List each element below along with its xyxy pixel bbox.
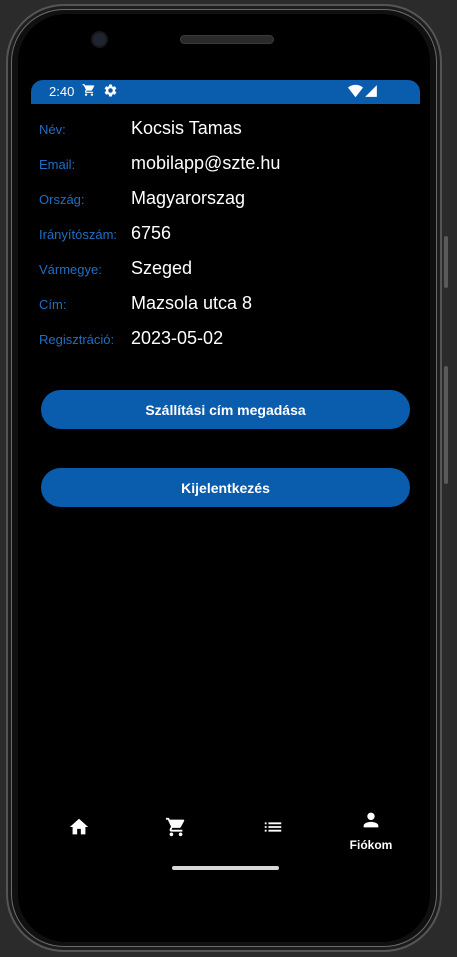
home-icon bbox=[68, 816, 90, 843]
profile-info-list: Név: Kocsis Tamas Email: mobilapp@szte.h… bbox=[39, 116, 409, 361]
name-label: Név: bbox=[39, 122, 66, 137]
wifi-icon bbox=[348, 84, 363, 103]
cellular-signal-icon bbox=[364, 84, 378, 103]
nav-item-account[interactable]: Fiókom bbox=[341, 805, 401, 855]
status-time: 2:40 bbox=[49, 84, 75, 99]
profile-row-name: Név: Kocsis Tamas bbox=[39, 116, 409, 151]
county-value: Szeged bbox=[131, 258, 193, 278]
nav-item-orders[interactable] bbox=[243, 805, 303, 855]
profile-row-registration: Regisztráció: 2023-05-02 bbox=[39, 326, 409, 361]
profile-row-county: Vármegye: Szeged bbox=[39, 256, 409, 291]
name-value: Kocsis Tamas bbox=[131, 118, 242, 138]
shipping-address-button[interactable]: Szállítási cím megadása bbox=[41, 390, 410, 429]
profile-row-postal-code: Irányítószám: 6756 bbox=[39, 221, 409, 256]
cart-notification-icon bbox=[82, 83, 96, 102]
settings-notification-icon bbox=[103, 83, 118, 103]
postal-code-label: Irányítószám: bbox=[39, 227, 118, 242]
list-icon bbox=[262, 816, 284, 843]
profile-row-email: Email: mobilapp@szte.hu bbox=[39, 151, 409, 186]
home-indicator[interactable] bbox=[172, 866, 279, 870]
county-label: Vármegye: bbox=[39, 262, 102, 277]
bottom-navigation: Fiókom bbox=[31, 805, 420, 855]
cart-icon bbox=[165, 816, 187, 843]
status-bar: 2:40 bbox=[31, 80, 420, 104]
nav-item-cart[interactable] bbox=[146, 805, 206, 855]
profile-row-address: Cím: Mazsola utca 8 bbox=[39, 291, 409, 326]
address-label: Cím: bbox=[39, 297, 67, 312]
registration-value: 2023-05-02 bbox=[131, 328, 224, 348]
profile-row-country: Ország: Magyarorszag bbox=[39, 186, 409, 221]
country-value: Magyarorszag bbox=[131, 188, 246, 208]
postal-code-value: 6756 bbox=[131, 223, 172, 243]
registration-label: Regisztráció: bbox=[39, 332, 115, 347]
email-value: mobilapp@szte.hu bbox=[131, 153, 281, 173]
person-icon bbox=[360, 809, 382, 836]
country-label: Ország: bbox=[39, 192, 85, 207]
earpiece-speaker bbox=[180, 35, 274, 44]
volume-button bbox=[444, 366, 448, 484]
front-camera bbox=[93, 33, 106, 46]
email-label: Email: bbox=[39, 157, 76, 172]
nav-label-account: Fiókom bbox=[349, 837, 393, 852]
power-button bbox=[444, 236, 448, 288]
address-value: Mazsola utca 8 bbox=[131, 293, 253, 313]
logout-button[interactable]: Kijelentkezés bbox=[41, 468, 410, 507]
nav-item-home[interactable] bbox=[49, 805, 109, 855]
app-screen: 2:40 Név: Kocsis Tamas Email: mobilapp@s… bbox=[31, 80, 420, 890]
